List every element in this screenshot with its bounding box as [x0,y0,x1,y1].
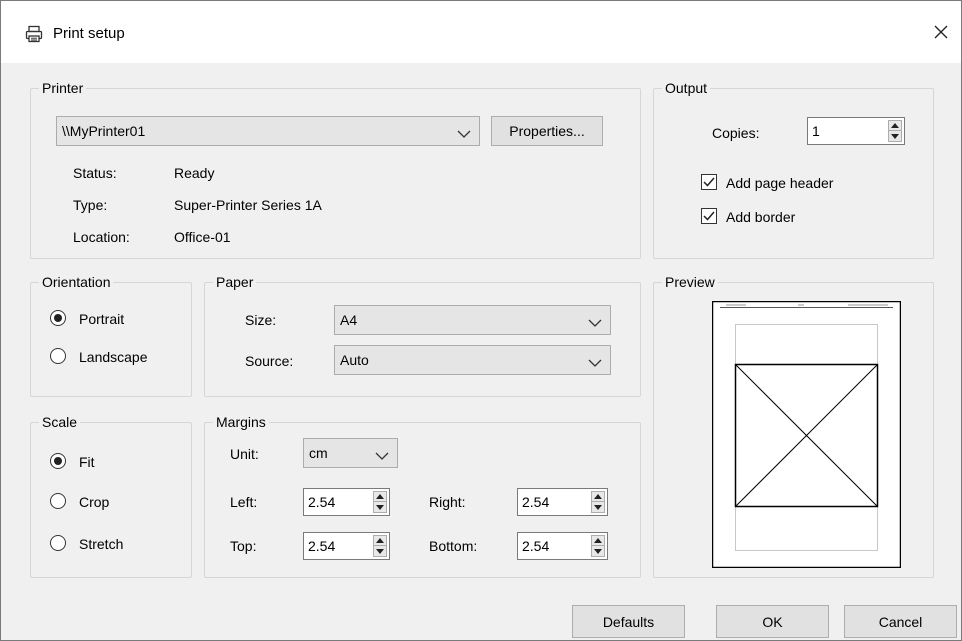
right-margin-stepper-arrows [591,491,605,513]
top-margin-stepper[interactable]: 2.54 [303,532,390,560]
left-margin-decrement-button[interactable] [374,502,386,512]
right-margin-value: 2.54 [522,494,550,510]
print-setup-dialog: Print setup Printer \\MyPrinter01 Proper… [0,0,962,641]
paper-source-label: Source: [245,353,294,369]
properties-button[interactable]: Properties... [491,116,603,146]
bottom-margin-value: 2.54 [522,538,550,554]
checkmark-icon [703,211,715,221]
left-margin-stepper-arrows [373,491,387,513]
paper-source-value: Auto [340,352,369,368]
right-margin-increment-button[interactable] [592,492,604,502]
status-value: Ready [174,165,215,181]
paper-source-select[interactable]: Auto [334,345,611,375]
scale-legend: Scale [39,414,81,430]
landscape-label[interactable]: Landscape [79,349,148,365]
defaults-button[interactable]: Defaults [572,605,685,638]
copies-value: 1 [812,123,820,139]
title-bar: Print setup [1,1,961,63]
copies-stepper-arrows [888,120,902,142]
printer-select[interactable]: \\MyPrinter01 [56,116,480,146]
arrow-up-icon [891,123,899,128]
crop-label[interactable]: Crop [79,494,109,510]
paper-group: Paper [204,274,641,397]
arrow-down-icon [594,504,602,510]
arrow-up-icon [594,538,602,543]
right-margin-stepper[interactable]: 2.54 [517,488,608,516]
arrow-down-icon [376,548,384,554]
printer-select-value: \\MyPrinter01 [62,123,146,139]
chevron-down-icon [457,126,471,138]
type-value: Super-Printer Series 1A [174,197,322,213]
bottom-margin-stepper-arrows [591,535,605,557]
type-label: Type: [73,197,108,213]
orientation-legend: Orientation [39,274,114,290]
left-margin-stepper[interactable]: 2.54 [303,488,390,516]
arrow-up-icon [376,538,384,543]
arrow-down-icon [376,504,384,510]
unit-select[interactable]: cm [303,438,398,468]
bottom-margin-stepper[interactable]: 2.54 [517,532,608,560]
add-header-label[interactable]: Add page header [726,175,833,191]
paper-size-select[interactable]: A4 [334,305,611,335]
chevron-down-icon [588,355,602,367]
portrait-label[interactable]: Portrait [79,311,124,327]
status-label: Status: [73,165,117,181]
add-header-checkbox[interactable] [701,174,717,190]
close-button[interactable] [925,17,957,49]
add-border-checkbox[interactable] [701,208,717,224]
preview-legend: Preview [662,274,718,290]
copies-label: Copies: [712,125,760,141]
bottom-margin-increment-button[interactable] [592,536,604,546]
add-border-label[interactable]: Add border [726,209,795,225]
paper-legend: Paper [213,274,257,290]
bottom-margin-decrement-button[interactable] [592,546,604,556]
top-margin-stepper-arrows [373,535,387,557]
page-preview [711,300,902,569]
cancel-button[interactable]: Cancel [844,605,957,638]
location-value: Office-01 [174,229,231,245]
chevron-down-icon [588,315,602,327]
ok-button[interactable]: OK [716,605,829,638]
top-margin-decrement-button[interactable] [374,546,386,556]
top-margin-value: 2.54 [308,538,336,554]
arrow-up-icon [594,494,602,499]
radio-crop[interactable] [50,493,66,509]
radio-fit[interactable] [50,453,66,469]
paper-size-value: A4 [340,312,358,328]
radio-landscape[interactable] [50,348,66,364]
output-group: Output [653,80,934,259]
output-legend: Output [662,80,711,96]
left-margin-value: 2.54 [308,494,336,510]
printer-icon [25,25,43,43]
stretch-label[interactable]: Stretch [79,536,123,552]
top-margin-label: Top: [230,538,257,554]
paper-size-label: Size: [245,312,277,328]
arrow-down-icon [594,548,602,554]
checkmark-icon [703,177,715,187]
margins-legend: Margins [213,414,269,430]
copies-increment-button[interactable] [889,121,901,131]
right-margin-decrement-button[interactable] [592,502,604,512]
arrow-up-icon [376,494,384,499]
chevron-down-icon [375,448,389,460]
right-margin-label: Right: [429,494,466,510]
radio-stretch[interactable] [50,535,66,551]
left-margin-label: Left: [230,494,258,510]
dialog-title: Print setup [53,25,125,42]
unit-label: Unit: [230,446,259,462]
location-label: Location: [73,229,130,245]
fit-label[interactable]: Fit [79,454,95,470]
arrow-down-icon [891,133,899,139]
unit-value: cm [309,445,328,461]
bottom-margin-label: Bottom: [429,538,478,554]
copies-stepper[interactable]: 1 [807,117,905,145]
copies-decrement-button[interactable] [889,131,901,141]
left-margin-increment-button[interactable] [374,492,386,502]
orientation-group: Orientation [30,274,192,397]
top-margin-increment-button[interactable] [374,536,386,546]
close-icon [933,24,949,43]
printer-legend: Printer [39,80,87,96]
radio-portrait[interactable] [50,310,66,326]
